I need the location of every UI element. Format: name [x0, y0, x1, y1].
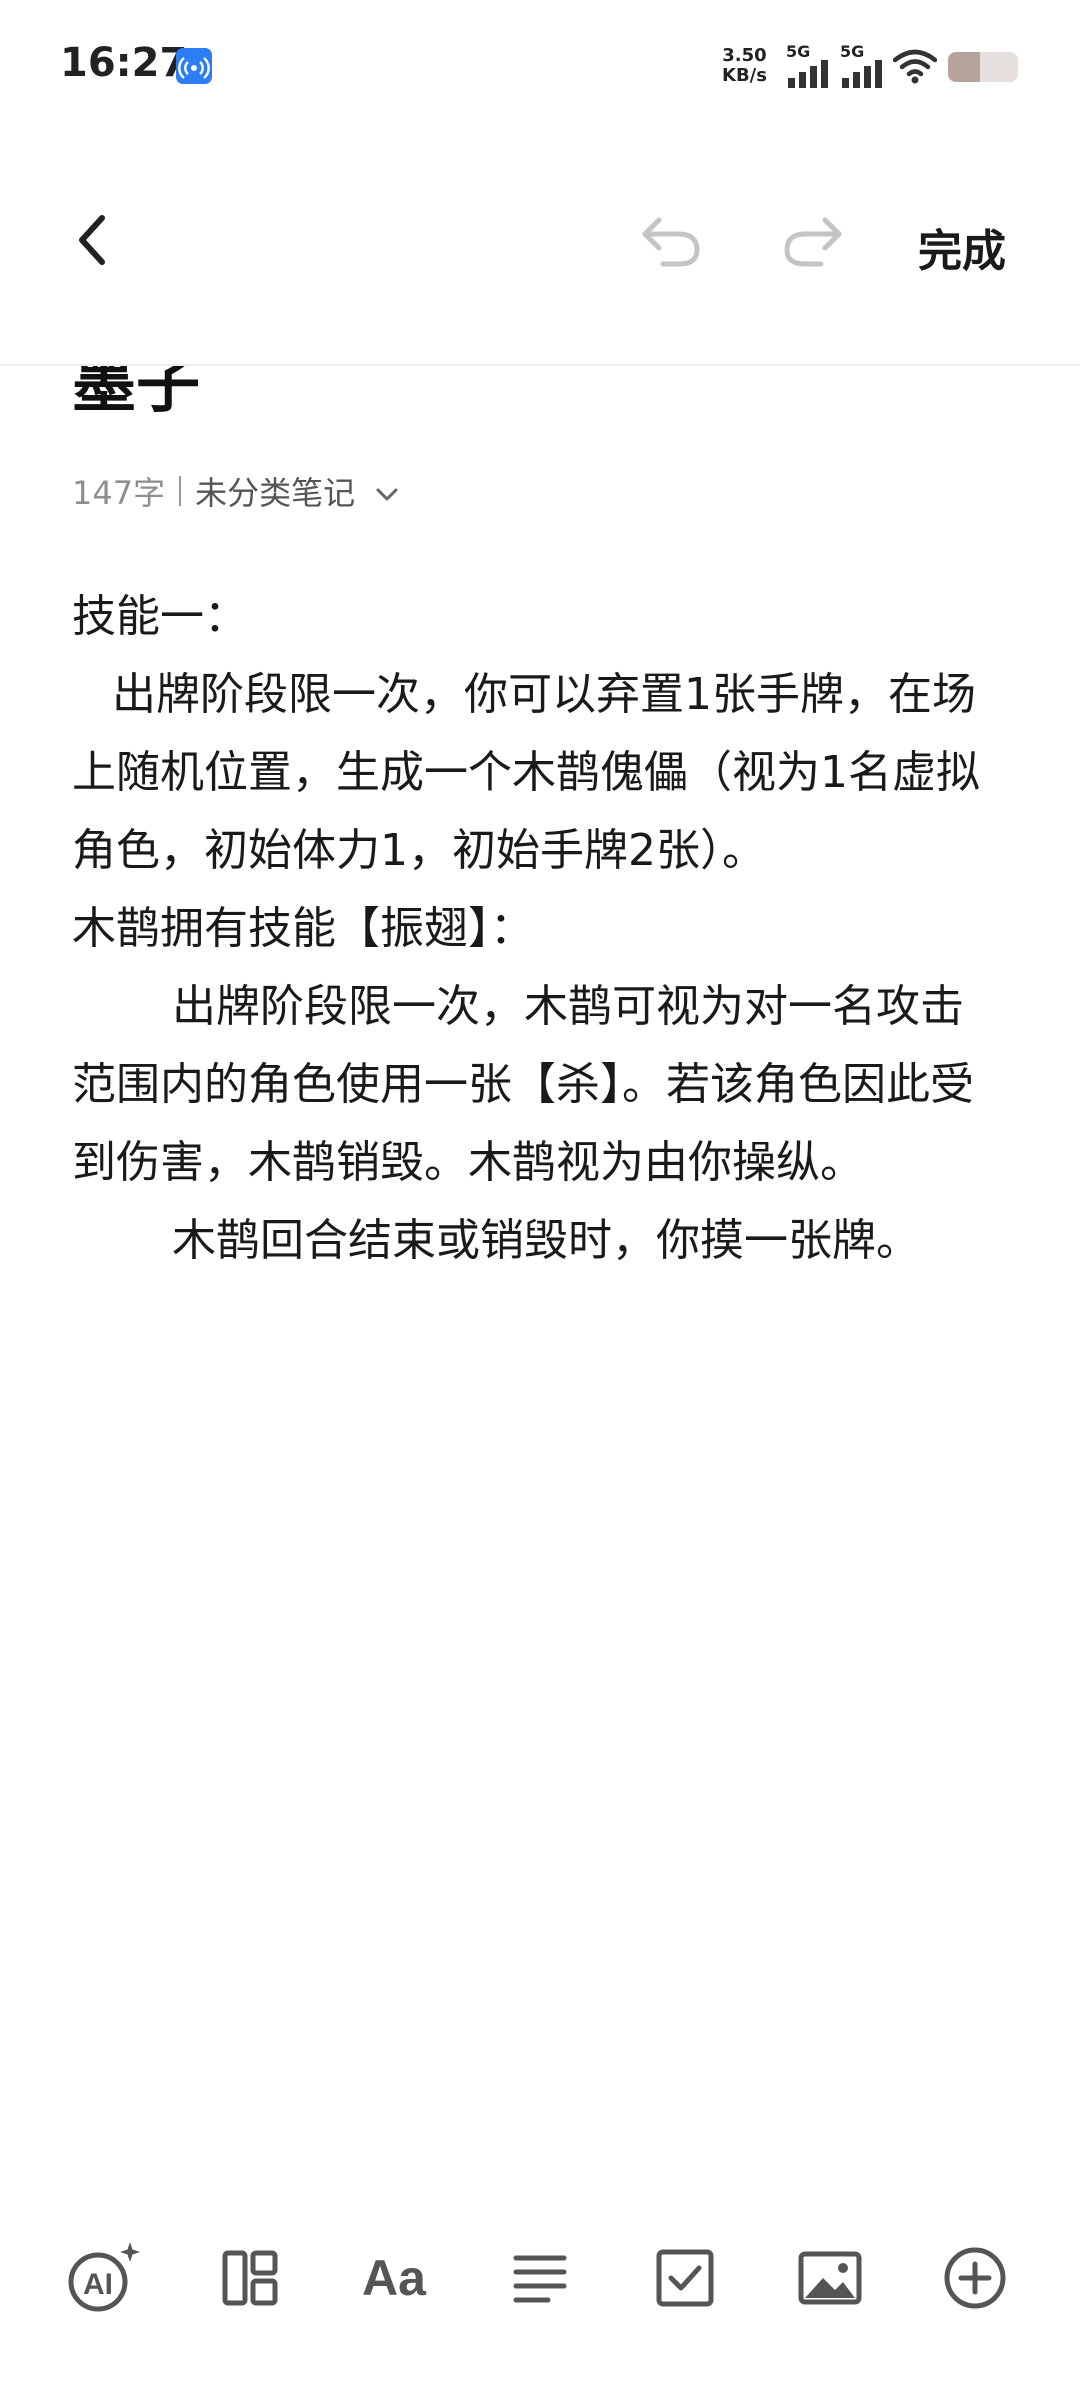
network-speed: 3.50 KB/s — [722, 45, 767, 86]
chevron-left-icon — [79, 215, 105, 265]
ai-sparkle-icon: AI — [68, 2242, 140, 2312]
note-meta: 147字 未分类笔记 — [72, 468, 401, 514]
plus-circle-icon — [944, 2247, 1006, 2309]
category-selector[interactable]: 未分类笔记 — [195, 468, 401, 514]
paragraph-align-button[interactable] — [500, 2238, 580, 2318]
insert-image-button[interactable] — [790, 2238, 870, 2318]
wifi-icon — [892, 48, 938, 88]
layout-icon — [222, 2250, 278, 2306]
paragraph: 出牌阶段限一次，木鹊可视为对一名攻击范围内的角色使用一张【杀】。若该角色因此受到… — [72, 981, 974, 1188]
category-label: 未分类笔记 — [195, 474, 356, 512]
note-body[interactable]: 技能一： 出牌阶段限一次，你可以弃置1张手牌，在场上随机位置，生成一个木鹊傀儡（… — [72, 578, 1002, 1280]
paragraph: 木鹊拥有技能【振翅】： — [72, 903, 534, 954]
paragraph: 技能一： — [72, 591, 248, 642]
hotspot-icon — [176, 48, 212, 84]
word-count: 147字 — [72, 474, 166, 512]
font-icon: Aa — [362, 2250, 426, 2306]
more-insert-button[interactable] — [935, 2238, 1015, 2318]
notes-editor-screen: 16:27 3.50 KB/s 5G 5G 完成 墨子 147字 未分类笔记 技… — [0, 0, 1080, 2400]
checkbox-icon — [656, 2249, 714, 2307]
done-button[interactable]: 完成 — [918, 215, 1006, 279]
align-left-icon — [513, 2255, 567, 2303]
battery-icon — [948, 52, 1018, 82]
note-title[interactable]: 墨子 — [72, 366, 200, 430]
signal-icon-2: 5G — [840, 44, 886, 92]
paragraph: 出牌阶段限一次，你可以弃置1张手牌，在场上随机位置，生成一个木鹊傀儡（视为1名虚… — [72, 669, 980, 876]
layout-button[interactable] — [210, 2238, 290, 2318]
status-bar: 16:27 3.50 KB/s 5G 5G — [0, 0, 1080, 130]
paragraph: 木鹊回合结束或销毁时，你摸一张牌。 — [172, 1215, 920, 1266]
font-style-button[interactable]: Aa — [354, 2238, 434, 2318]
undo-button[interactable] — [636, 206, 706, 276]
redo-icon — [784, 217, 842, 267]
battery-level — [948, 52, 980, 82]
status-time: 16:27 — [60, 40, 188, 86]
ai-label: AI — [83, 2268, 113, 2301]
ai-button[interactable]: AI — [64, 2238, 144, 2318]
signal-icon: 5G — [786, 44, 832, 92]
chevron-down-icon — [376, 488, 398, 501]
image-icon — [798, 2251, 862, 2305]
checklist-button[interactable] — [645, 2238, 725, 2318]
redo-button[interactable] — [778, 206, 848, 276]
meta-separator — [179, 476, 182, 506]
title-area: 墨子 — [0, 366, 1080, 456]
back-button[interactable] — [62, 205, 122, 275]
undo-icon — [642, 217, 700, 267]
